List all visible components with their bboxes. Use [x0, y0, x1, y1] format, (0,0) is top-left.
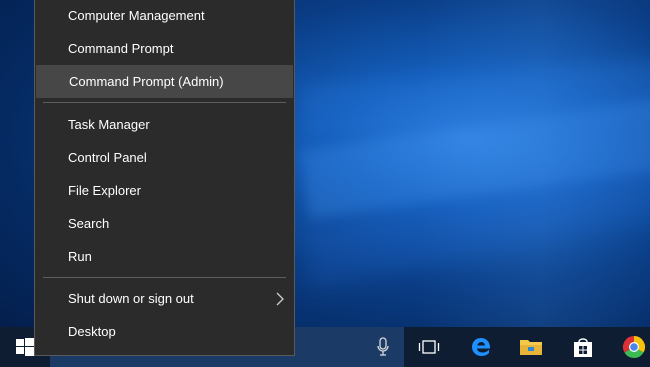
store-icon[interactable] [564, 327, 602, 367]
menu-item-label: Command Prompt [68, 41, 174, 56]
menu-item-label: Computer Management [68, 8, 205, 23]
microphone-icon[interactable] [368, 327, 398, 367]
menu-item-label: Command Prompt (Admin) [69, 74, 224, 89]
edge-icon[interactable] [462, 327, 500, 367]
chevron-right-icon [276, 282, 284, 315]
menu-separator [43, 102, 286, 103]
menu-item-label: Control Panel [68, 150, 147, 165]
win-x-context-menu: Computer Management Command Prompt Comma… [34, 0, 295, 356]
menu-item-label: Search [68, 216, 110, 231]
menu-item-label: Desktop [68, 324, 116, 339]
menu-item-task-manager[interactable]: Task Manager [35, 108, 294, 141]
menu-item-command-prompt[interactable]: Command Prompt [35, 32, 294, 65]
menu-item-label: File Explorer [68, 183, 141, 198]
task-view-icon[interactable] [410, 327, 448, 367]
menu-item-command-prompt-admin[interactable]: Command Prompt (Admin) [36, 65, 293, 98]
menu-item-label: Task Manager [68, 117, 150, 132]
menu-item-label: Run [68, 249, 92, 264]
menu-item-control-panel[interactable]: Control Panel [35, 141, 294, 174]
file-explorer-icon[interactable] [512, 327, 550, 367]
menu-item-search[interactable]: Search [35, 207, 294, 240]
chrome-icon[interactable] [616, 327, 650, 367]
menu-separator [43, 277, 286, 278]
menu-item-shut-down-or-sign-out[interactable]: Shut down or sign out [35, 282, 294, 315]
menu-item-run[interactable]: Run [35, 240, 294, 273]
menu-item-desktop[interactable]: Desktop [35, 315, 294, 348]
menu-item-label: Shut down or sign out [68, 291, 194, 306]
menu-item-computer-management[interactable]: Computer Management [35, 0, 294, 32]
menu-item-file-explorer[interactable]: File Explorer [35, 174, 294, 207]
